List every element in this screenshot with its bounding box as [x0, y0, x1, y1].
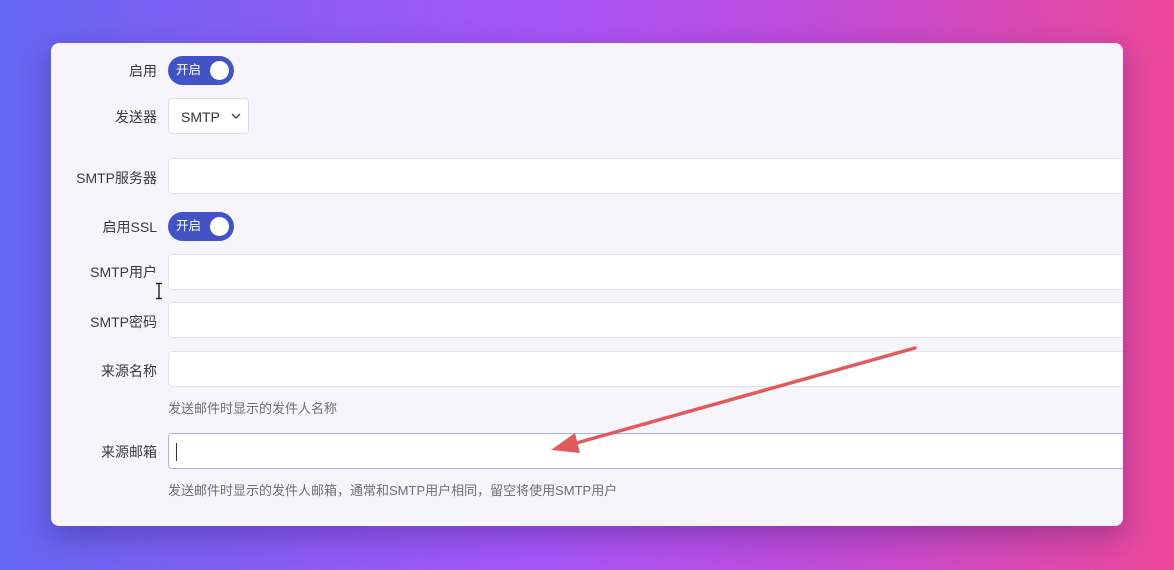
annotation-arrow: [551, 346, 917, 453]
settings-card: 启用 开启 发送器 SMTP SMTP服务器 启用SSL 开启 SMTP用户 S…: [51, 43, 1123, 526]
